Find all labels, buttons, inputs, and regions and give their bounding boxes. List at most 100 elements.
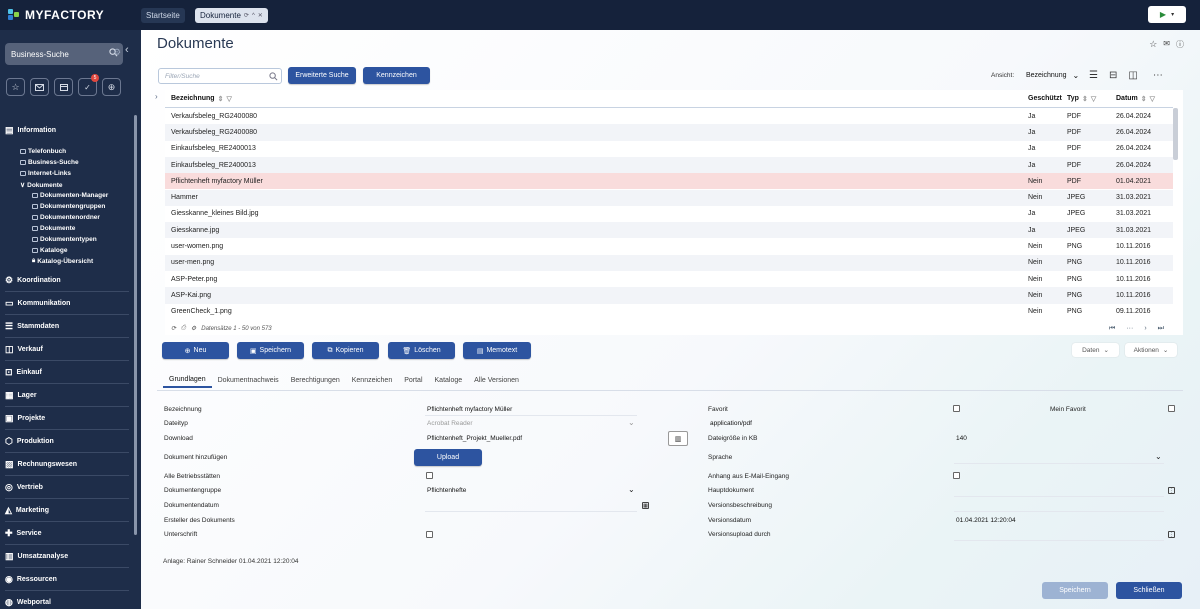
- save-record-button[interactable]: ▣ Speichern: [237, 342, 304, 359]
- first-page-icon[interactable]: ⏮: [1109, 325, 1115, 333]
- sidebar-item-einkauf[interactable]: ⊡ Einkauf: [5, 361, 129, 384]
- checkbox-anhang[interactable]: [953, 472, 960, 479]
- business-search-input[interactable]: Business-Suche: [5, 43, 123, 65]
- table-row[interactable]: user-women.png Nein PNG 10.11.2016: [165, 238, 1173, 254]
- tab-dokumentnachweis[interactable]: Dokumentnachweis: [212, 372, 285, 388]
- sidebar-item-vertrieb[interactable]: ◎ Vertrieb: [5, 476, 129, 499]
- tree-item-dokumentenordner[interactable]: Dokumentenordner: [32, 214, 100, 221]
- extended-search-button[interactable]: Erweiterte Suche: [288, 67, 356, 84]
- filter-search-input[interactable]: Filter/Suche: [158, 68, 282, 84]
- refresh-icon[interactable]: ⟳: [171, 325, 176, 332]
- help-icon[interactable]: ⓘ: [1176, 39, 1184, 50]
- sidebar-item-information[interactable]: ▤ Information: [5, 119, 129, 142]
- upload-button[interactable]: Upload: [414, 449, 482, 466]
- print-icon[interactable]: ⎙: [181, 325, 186, 332]
- tree-item-dokumente-folder[interactable]: ∨ Dokumente: [20, 181, 63, 190]
- split-vertical-icon[interactable]: ◫: [1128, 70, 1137, 81]
- table-row[interactable]: Pflichtenheft myfactory Müller Nein PDF 01.…: [165, 173, 1173, 190]
- app-switch-button[interactable]: ▶ ▾: [1148, 6, 1186, 23]
- tab-kataloge[interactable]: Kataloge: [429, 372, 469, 388]
- list-view-icon[interactable]: ☰: [1089, 70, 1098, 81]
- app-logo[interactable]: MYFACTORY: [8, 8, 104, 22]
- tree-item-business-suche[interactable]: Business-Suche: [20, 159, 79, 166]
- tab-startseite[interactable]: Startseite: [141, 8, 185, 23]
- tab-kennzeichen[interactable]: Kennzeichen: [346, 372, 398, 388]
- calendar-quick-button[interactable]: [54, 78, 73, 96]
- gear-icon[interactable]: ⚙: [113, 47, 121, 58]
- checkbox-mein-favorit[interactable]: [1168, 405, 1175, 412]
- tasks-quick-button[interactable]: ✓ 5: [78, 74, 99, 96]
- table-row[interactable]: Einkaufsbeleg_RE2400013 Ja PDF 26.04.2024: [165, 141, 1173, 157]
- tree-item-kataloge[interactable]: Kataloge: [32, 247, 67, 254]
- table-row[interactable]: Giesskanne_kleines Bild.jpg Ja JPEG 31.03.2…: [165, 206, 1173, 222]
- file-picker-button[interactable]: ▥: [668, 431, 688, 446]
- sidebar-item-ressourcen[interactable]: ◉ Ressourcen: [5, 568, 129, 591]
- data-dropdown[interactable]: Daten ⌄: [1072, 343, 1119, 357]
- table-row[interactable]: Verkaufsbeleg_RG2400080 Ja PDF 26.04.2024: [165, 108, 1173, 124]
- footer-close-button[interactable]: Schließen: [1116, 582, 1182, 599]
- sidebar-item-rechnungswesen[interactable]: ▨ Rechnungswesen: [5, 453, 129, 476]
- table-row[interactable]: Verkaufsbeleg_RG2400080 Ja PDF 26.04.2024: [165, 124, 1173, 141]
- tab-close-icon[interactable]: ✕: [258, 12, 263, 19]
- field-hauptdokument[interactable]: [954, 496, 1164, 497]
- settings-icon[interactable]: ⚙: [191, 325, 196, 332]
- delete-button[interactable]: 🗑︎ Löschen: [388, 342, 455, 359]
- expand-panel-icon[interactable]: ›: [155, 92, 158, 101]
- sidebar-item-koordination[interactable]: ⚙ Koordination: [5, 269, 129, 292]
- tab-portal[interactable]: Portal: [398, 372, 428, 388]
- col-header-name[interactable]: Bezeichnung ⇕ ▽: [171, 90, 232, 107]
- sidebar-item-umsatzanalyse[interactable]: ▥ Umsatzanalyse: [5, 545, 129, 568]
- tree-item-telefonbuch[interactable]: Telefonbuch: [20, 148, 66, 155]
- footer-save-button[interactable]: Speichern: [1042, 582, 1108, 599]
- tree-item-dokumenten-manager[interactable]: Dokumenten-Manager: [32, 192, 108, 199]
- tags-button[interactable]: Kennzeichen: [363, 67, 430, 84]
- field-versionsbeschreibung[interactable]: [954, 511, 1164, 512]
- tree-item-katalog-uebersicht[interactable]: 🔒︎ Katalog-Übersicht: [32, 258, 93, 265]
- view-select[interactable]: Bezeichnung ⌄: [1026, 71, 1079, 80]
- col-header-type[interactable]: Typ ⇕ ▽: [1067, 90, 1096, 107]
- field-versionsupload[interactable]: [954, 540, 1164, 541]
- lookup-icon[interactable]: ⋮: [1168, 487, 1175, 494]
- field-bezeichnung[interactable]: Pflichtenheft myfactory Müller: [427, 406, 512, 413]
- col-header-date[interactable]: Datum ⇕ ▽: [1116, 90, 1155, 107]
- checkbox-favorit[interactable]: [953, 405, 960, 412]
- tree-item-dokumentengruppen[interactable]: Dokumentengruppen: [32, 203, 105, 210]
- chevron-down-icon[interactable]: ⌄: [628, 485, 635, 494]
- search-icon[interactable]: [269, 72, 278, 81]
- memo-button[interactable]: ▤ Memotext: [463, 342, 531, 359]
- checkbox-unterschrift[interactable]: [426, 531, 433, 538]
- table-row[interactable]: ASP-Peter.png Nein PNG 10.11.2016: [165, 271, 1173, 287]
- field-dokumentendatum[interactable]: [425, 511, 637, 512]
- chevron-down-icon[interactable]: ⌄: [628, 418, 635, 427]
- sidebar-item-stammdaten[interactable]: ☰ Stammdaten: [5, 315, 129, 338]
- add-quick-button[interactable]: ⊕: [102, 78, 121, 96]
- tab-pin-icon[interactable]: ^: [252, 13, 255, 19]
- calendar-picker-icon[interactable]: ▦: [642, 502, 649, 509]
- lookup-icon[interactable]: ⋮: [1168, 531, 1175, 538]
- tab-grundlagen[interactable]: Grundlagen: [163, 372, 212, 388]
- checkbox-alle-betriebsstaetten[interactable]: [426, 472, 433, 479]
- collapse-sidebar-icon[interactable]: ‹: [125, 44, 129, 56]
- sidebar-item-webportal[interactable]: ◍ Webportal: [5, 591, 129, 609]
- favorites-quick-button[interactable]: ☆: [6, 78, 25, 96]
- tab-refresh-icon[interactable]: ⟳: [244, 12, 249, 19]
- more-options-icon[interactable]: ⋯: [1153, 70, 1163, 81]
- sidebar-item-marketing[interactable]: ◭ Marketing: [5, 499, 129, 522]
- chevron-down-icon[interactable]: ⌄: [1155, 452, 1162, 461]
- col-header-protected[interactable]: Geschützt: [1028, 90, 1062, 107]
- table-row[interactable]: Hammer Nein JPEG 31.03.2021: [165, 189, 1173, 206]
- table-row[interactable]: GreenCheck_1.png Nein PNG 09.11.2016: [165, 304, 1173, 320]
- new-button[interactable]: ⊕ Neu: [162, 342, 229, 359]
- sidebar-item-lager[interactable]: ▦ Lager: [5, 384, 129, 407]
- sidebar-item-kommunikation[interactable]: ▭ Kommunikation: [5, 292, 129, 315]
- star-icon[interactable]: ☆: [1149, 39, 1157, 50]
- grid-scrollbar[interactable]: [1173, 108, 1178, 160]
- select-sprache[interactable]: [954, 463, 1164, 464]
- table-row[interactable]: Einkaufsbeleg_RE2400013 Ja PDF 26.04.2024: [165, 156, 1173, 174]
- select-dateityp[interactable]: Acrobat Reader: [427, 420, 473, 427]
- mail-quick-button[interactable]: [30, 78, 49, 96]
- tree-item-dokumententypen[interactable]: Dokumententypen: [32, 236, 97, 243]
- actions-dropdown[interactable]: Aktionen ⌄: [1125, 343, 1177, 357]
- sidebar-item-projekte[interactable]: ▣ Projekte: [5, 407, 129, 430]
- next-page-icon[interactable]: ›: [1144, 325, 1146, 333]
